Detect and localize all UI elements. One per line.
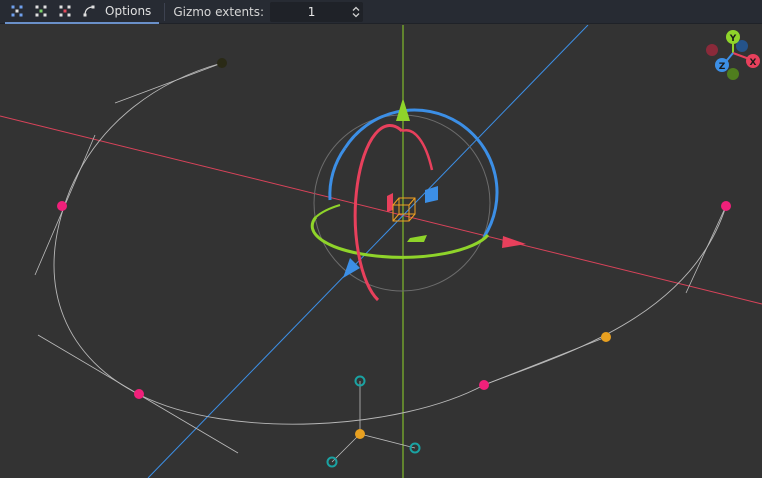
- rotate-y-arc[interactable]: [310, 216, 490, 259]
- gizmo-extents-value[interactable]: 1: [270, 5, 349, 19]
- path-editor-toolbar: Options Gizmo extents: 1: [0, 0, 762, 24]
- curve-edit-icon: [11, 5, 23, 16]
- delete-point-button[interactable]: [53, 0, 77, 22]
- handle-point-in[interactable]: [601, 332, 611, 342]
- curve-point[interactable]: [721, 201, 731, 211]
- toolbar-separator: [164, 2, 166, 21]
- plane-xy-handle[interactable]: [425, 186, 438, 203]
- options-menu-button[interactable]: Options: [101, 0, 159, 22]
- select-control-points-button[interactable]: [5, 0, 29, 22]
- handle-line: [331, 433, 361, 463]
- spin-arrows-icon[interactable]: [349, 2, 363, 22]
- curve-point[interactable]: [57, 201, 67, 211]
- add-point-button[interactable]: [29, 0, 53, 22]
- x-axis-label: X: [750, 58, 757, 68]
- z-axis-line: [147, 25, 589, 478]
- plane-xz-handle[interactable]: [407, 235, 427, 242]
- trackball-sphere: [313, 114, 491, 292]
- handle-point-in[interactable]: [355, 429, 365, 439]
- rotate-x-arc[interactable]: [353, 123, 404, 302]
- close-curve-button[interactable]: [77, 0, 101, 22]
- curve-point-dimmed[interactable]: [217, 58, 227, 68]
- path-curve[interactable]: [53, 62, 727, 425]
- handle-line: [114, 62, 223, 104]
- curve-create-icon: [35, 5, 47, 16]
- rotate-y-arc[interactable]: [315, 204, 341, 218]
- handle-line: [483, 336, 607, 386]
- handle-line: [685, 205, 727, 294]
- rotate-z-arc[interactable]: [343, 108, 499, 238]
- handle-line: [359, 433, 416, 449]
- neg-x-axis-handle[interactable]: [706, 44, 718, 56]
- curve-point[interactable]: [134, 389, 144, 399]
- z-axis-label: Z: [719, 62, 726, 72]
- gizmo-extents-spinbox[interactable]: 1: [270, 1, 364, 22]
- curve-tool-group: Options: [5, 0, 160, 24]
- plane-yz-handle[interactable]: [387, 193, 393, 212]
- x-axis-line: [0, 115, 762, 305]
- move-x-arrow[interactable]: [502, 236, 526, 248]
- gizmo-extents-label: Gizmo extents:: [173, 4, 265, 19]
- rotate-z-arc[interactable]: [328, 147, 347, 201]
- neg-y-axis-handle[interactable]: [727, 68, 739, 80]
- curve-point[interactable]: [479, 380, 489, 390]
- rotate-x-arc[interactable]: [401, 129, 434, 171]
- orientation-gizmo[interactable]: Y X Z: [706, 30, 760, 80]
- y-axis-label: Y: [729, 34, 737, 44]
- curve-delete-icon: [59, 5, 71, 16]
- 3d-viewport[interactable]: Y X Z: [0, 25, 762, 478]
- curve-close-icon: [83, 5, 95, 16]
- gizmo-center-cube[interactable]: [392, 197, 416, 222]
- editor-window: Options Gizmo extents: 1 Y X Z: [0, 0, 762, 478]
